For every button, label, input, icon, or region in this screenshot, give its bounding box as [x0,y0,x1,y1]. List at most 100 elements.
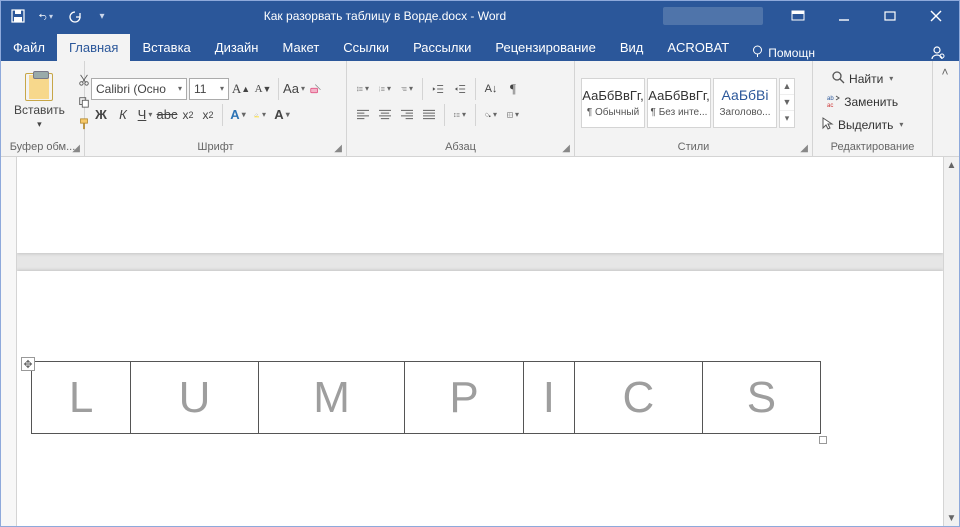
dialog-launcher-icon[interactable]: ◢ [334,143,342,154]
underline-button[interactable]: Ч▾ [135,105,155,125]
undo-icon[interactable]: ▾ [35,5,57,27]
show-marks-icon[interactable]: ¶ [503,79,523,99]
paste-button[interactable]: Вставить ▾ [7,68,72,135]
italic-button[interactable]: К [113,105,133,125]
style-no-spacing[interactable]: АаБбВвГг, ¶ Без инте... [647,78,711,128]
dialog-launcher-icon[interactable]: ◢ [72,143,80,154]
tell-me[interactable]: Помощн [741,45,825,61]
superscript-button[interactable]: x2 [199,105,217,125]
tab-acrobat[interactable]: ACROBAT [655,34,741,61]
table-cell[interactable]: P [405,362,523,434]
tab-references[interactable]: Ссылки [331,34,401,61]
close-icon[interactable] [913,1,959,31]
shrink-font-icon[interactable]: A▼ [253,79,273,99]
scroll-track[interactable] [944,173,959,510]
window-controls [775,1,959,31]
table-cell[interactable]: U [131,362,259,434]
tab-mailings[interactable]: Рассылки [401,34,483,61]
page-current: L U M P I C S [17,271,943,526]
dialog-launcher-icon[interactable]: ◢ [800,143,808,154]
vertical-ruler [1,157,17,526]
gallery-down-icon[interactable]: ▼ [780,95,794,111]
bullets-icon[interactable]: ▾ [353,79,373,99]
group-clipboard: Вставить ▾ Буфер обм...◢ [1,61,85,156]
tab-home[interactable]: Главная [57,34,130,61]
text-effects-icon[interactable]: A▾ [228,105,248,125]
table-cell[interactable]: S [702,362,820,434]
maximize-icon[interactable] [867,1,913,31]
ribbon: Вставить ▾ Буфер обм...◢ [1,61,959,157]
group-clipboard-label: Буфер обм... [10,141,76,153]
styles-gallery-nav: ▲ ▼ ▾ [779,78,795,128]
tab-design[interactable]: Дизайн [203,34,271,61]
justify-icon[interactable] [419,105,439,125]
scroll-up-icon[interactable]: ▲ [944,157,959,173]
content-table[interactable]: L U M P I C S [31,361,821,434]
increase-indent-icon[interactable] [450,79,470,99]
qat-customize-icon[interactable]: ▾ [91,5,113,27]
share-button[interactable] [915,45,959,61]
minimize-icon[interactable] [821,1,867,31]
shading-icon[interactable]: ▾ [481,105,501,125]
highlight-icon[interactable]: ▾ [250,105,270,125]
table-move-handle[interactable]: ✥ [21,357,35,371]
group-font: Calibri (Осно▾ 11▾ A▲ A▼ Aa▾ Ж К Ч▾ abc … [85,61,347,156]
change-case-icon[interactable]: Aa▾ [284,79,304,99]
account-area[interactable] [663,7,763,25]
style-normal[interactable]: АаБбВвГг, ¶ Обычный [581,78,645,128]
bold-button[interactable]: Ж [91,105,111,125]
document-area: L U M P I C S ✥ ▲ ▼ [1,157,959,526]
grow-font-icon[interactable]: A▲ [231,79,251,99]
subscript-button[interactable]: x2 [179,105,197,125]
font-name-combo[interactable]: Calibri (Осно▾ [91,78,187,100]
save-icon[interactable] [7,5,29,27]
dialog-launcher-icon[interactable]: ◢ [562,143,570,154]
table-cell[interactable]: C [575,362,703,434]
multilevel-list-icon[interactable]: ▾ [397,79,417,99]
style-sample: АаБбВвГг, [582,88,643,103]
font-size-value: 11 [194,82,206,96]
replace-button[interactable]: abac Заменить [817,91,908,113]
tab-view[interactable]: Вид [608,34,656,61]
style-heading1[interactable]: АаБбВі Заголово... [713,78,777,128]
align-right-icon[interactable] [397,105,417,125]
gallery-more-icon[interactable]: ▾ [780,111,794,126]
borders-icon[interactable]: ▾ [503,105,523,125]
numbering-icon[interactable]: 123▾ [375,79,395,99]
style-name: ¶ Без инте... [649,107,709,118]
find-button[interactable]: Найти▾ [817,68,908,90]
word-window: ▾ ▾ Как разорвать таблицу в Ворде.docx -… [0,0,960,527]
select-button[interactable]: Выделить▾ [817,114,908,136]
align-left-icon[interactable] [353,105,373,125]
tab-file[interactable]: Файл [1,34,57,61]
line-spacing-icon[interactable]: ▾ [450,105,470,125]
clear-formatting-icon[interactable] [306,79,326,99]
group-styles: АаБбВвГг, ¶ Обычный АаБбВвГг, ¶ Без инте… [575,61,813,156]
vertical-scrollbar[interactable]: ▲ ▼ [943,157,959,526]
decrease-indent-icon[interactable] [428,79,448,99]
tab-review[interactable]: Рецензирование [483,34,607,61]
font-size-combo[interactable]: 11▾ [189,78,229,100]
window-title: Как разорвать таблицу в Ворде.docx - Wor… [119,9,651,23]
cursor-icon [822,117,834,133]
redo-icon[interactable] [63,5,85,27]
document-pages[interactable]: L U M P I C S ✥ [17,157,943,526]
sort-icon[interactable]: A↓ [481,79,501,99]
table-cell[interactable]: L [32,362,131,434]
group-styles-label: Стили [678,141,710,153]
tab-layout[interactable]: Макет [270,34,331,61]
group-paragraph: ▾ 123▾ ▾ A↓ ¶ ▾ [347,61,575,156]
table-resize-handle[interactable] [819,436,827,444]
table-cell[interactable]: M [258,362,405,434]
scroll-down-icon[interactable]: ▼ [944,510,959,526]
strikethrough-button[interactable]: abc [157,105,177,125]
font-color-icon[interactable]: A▾ [272,105,292,125]
group-editing-label: Редактирование [831,141,915,153]
table-cell[interactable]: I [523,362,575,434]
ribbon-display-options-icon[interactable] [775,1,821,31]
find-label: Найти [849,72,883,86]
gallery-up-icon[interactable]: ▲ [780,79,794,95]
collapse-ribbon-icon[interactable]: ˄ [933,61,957,156]
align-center-icon[interactable] [375,105,395,125]
tab-insert[interactable]: Вставка [130,34,202,61]
